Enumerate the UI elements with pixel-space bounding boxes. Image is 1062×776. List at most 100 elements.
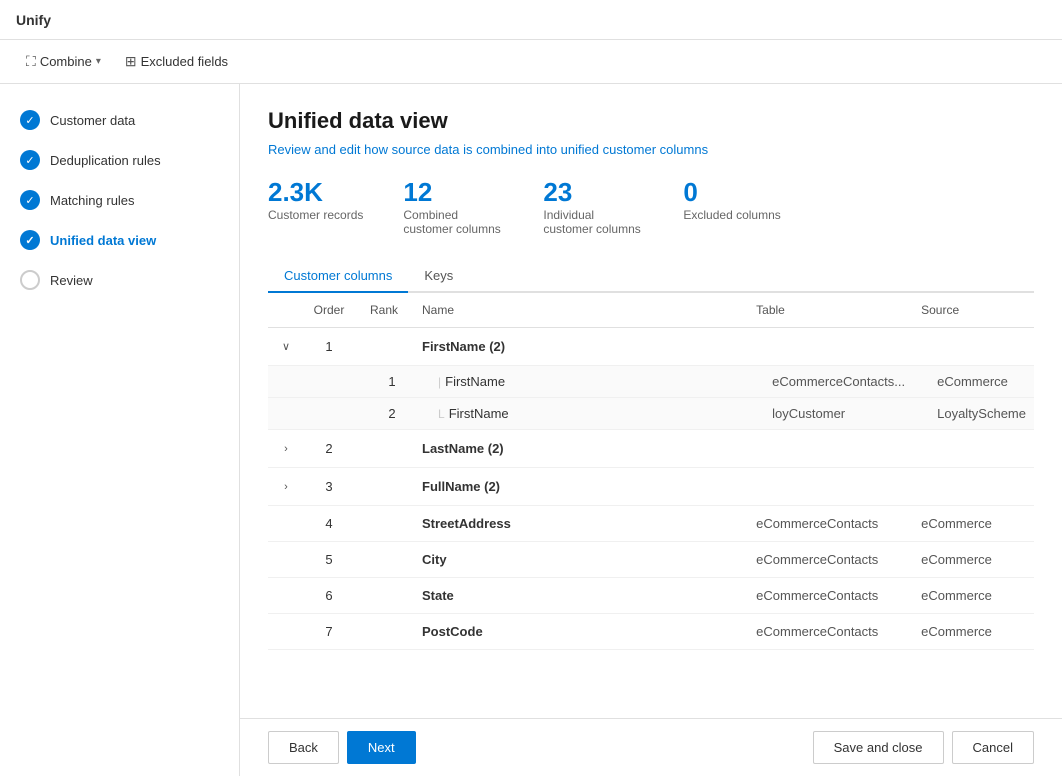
expand-cell-empty [268,398,304,430]
name-cell: FirstName (2) [414,328,748,366]
table-body: ∨ 1 FirstName (2) 1 |FirstName eCommerce… [268,328,1034,650]
rank-cell: 2 [354,398,414,430]
table-cell: eCommerceContacts [748,614,913,650]
rank-cell [354,506,414,542]
table-header-row: Order Rank Name Table Source [268,293,1034,328]
stat-label-excluded: Excluded columns [683,208,780,222]
stat-customer-records: 2.3K Customer records [268,177,363,236]
step-circle-matching: ✓ [20,190,40,210]
name-cell: PostCode [414,614,748,650]
table-cell [748,328,913,366]
stat-label-records: Customer records [268,208,363,222]
nav-combine-label: Combine [40,54,92,69]
order-cell: 3 [304,468,354,506]
table-row: ∨ 1 FirstName (2) [268,328,1034,366]
main-layout: ✓ Customer data ✓ Deduplication rules ✓ … [0,84,1062,776]
sidebar-item-review[interactable]: Review [0,260,239,300]
expand-cell[interactable]: › [268,430,304,468]
source-cell: eCommerce [913,506,1034,542]
stat-individual-columns: 23 Individual customer columns [543,177,643,236]
sidebar-label-matching: Matching rules [50,193,135,208]
sidebar-item-unified-data-view[interactable]: ✓ Unified data view [0,220,239,260]
source-cell: eCommerce [913,542,1034,578]
rank-cell [354,328,414,366]
table-row: › 2 LastName (2) [268,430,1034,468]
back-button[interactable]: Back [268,731,339,764]
expand-cell-empty [268,506,304,542]
nav-excluded-fields-label: Excluded fields [141,54,228,69]
footer-right: Save and close Cancel [813,731,1034,764]
stat-label-individual: Individual customer columns [543,208,643,236]
table-container: Order Rank Name Table Source ∨ 1 FirstNa… [268,293,1034,650]
order-cell: 7 [304,614,354,650]
tree-line-icon: L [438,407,445,421]
stat-combined-columns: 12 Combined customer columns [403,177,503,236]
table-cell: eCommerceContacts [748,578,913,614]
step-circle-customer-data: ✓ [20,110,40,130]
next-button[interactable]: Next [347,731,416,764]
stat-value-records: 2.3K [268,177,323,208]
tab-customer-columns[interactable]: Customer columns [268,260,408,293]
stat-excluded-columns: 0 Excluded columns [683,177,780,236]
sidebar-item-customer-data[interactable]: ✓ Customer data [0,100,239,140]
excluded-fields-icon: ⊞ [125,53,137,70]
chevron-down-icon: ▾ [96,56,101,67]
source-cell: eCommerce [913,614,1034,650]
name-cell: City [414,542,748,578]
name-cell: LastName (2) [414,430,748,468]
order-cell [304,366,354,398]
page-subtitle: Review and edit how source data is combi… [268,142,1034,157]
table-cell: loyCustomer [748,398,913,430]
rank-cell: 1 [354,366,414,398]
expand-cell-empty [268,614,304,650]
footer-bar: Back Next Save and close Cancel [240,718,1062,776]
table-row: 4 StreetAddress eCommerceContacts eComme… [268,506,1034,542]
source-cell: eCommerce [913,578,1034,614]
tabs-row: Customer columns Keys [268,260,1034,293]
expand-cell-empty [268,542,304,578]
name-cell: LFirstName [414,398,748,430]
top-bar: Unify [0,0,1062,40]
content-area: Unified data view Review and edit how so… [240,84,1062,776]
expand-button[interactable]: ∨ [278,338,294,355]
combine-icon: ⛶ [26,53,36,70]
rank-cell [354,542,414,578]
table-cell: eCommerceContacts... [748,366,913,398]
nav-excluded-fields[interactable]: ⊞ Excluded fields [115,47,238,76]
th-source: Source [913,293,1034,328]
step-circle-review [20,270,40,290]
table-row: 2 LFirstName loyCustomer LoyaltyScheme [268,398,1034,430]
cancel-button[interactable]: Cancel [952,731,1034,764]
tab-keys[interactable]: Keys [408,260,469,293]
rank-cell [354,614,414,650]
source-cell: eCommerce [913,366,1034,398]
th-order: Order [304,293,354,328]
tree-line-icon: | [438,375,441,389]
expand-cell[interactable]: › [268,468,304,506]
source-cell [913,468,1034,506]
expand-button[interactable]: › [280,479,292,495]
table-cell [748,468,913,506]
stat-value-individual: 23 [543,177,572,208]
save-close-button[interactable]: Save and close [813,731,944,764]
page-title: Unified data view [268,108,1034,134]
expand-cell-empty [268,578,304,614]
sidebar-label-review: Review [50,273,93,288]
columns-table: Order Rank Name Table Source ∨ 1 FirstNa… [268,293,1034,650]
order-cell: 1 [304,328,354,366]
sidebar-label-dedup: Deduplication rules [50,153,161,168]
sidebar-item-matching-rules[interactable]: ✓ Matching rules [0,180,239,220]
footer-left: Back Next [268,731,416,764]
expand-button[interactable]: › [280,441,292,457]
th-rank: Rank [354,293,414,328]
table-cell [748,430,913,468]
sidebar-label-unified: Unified data view [50,233,156,248]
stat-value-combined: 12 [403,177,432,208]
step-circle-unified: ✓ [20,230,40,250]
sidebar-item-deduplication-rules[interactable]: ✓ Deduplication rules [0,140,239,180]
th-table: Table [748,293,913,328]
rank-cell [354,578,414,614]
name-cell: State [414,578,748,614]
nav-combine[interactable]: ⛶ Combine ▾ [16,47,111,76]
expand-cell[interactable]: ∨ [268,328,304,366]
